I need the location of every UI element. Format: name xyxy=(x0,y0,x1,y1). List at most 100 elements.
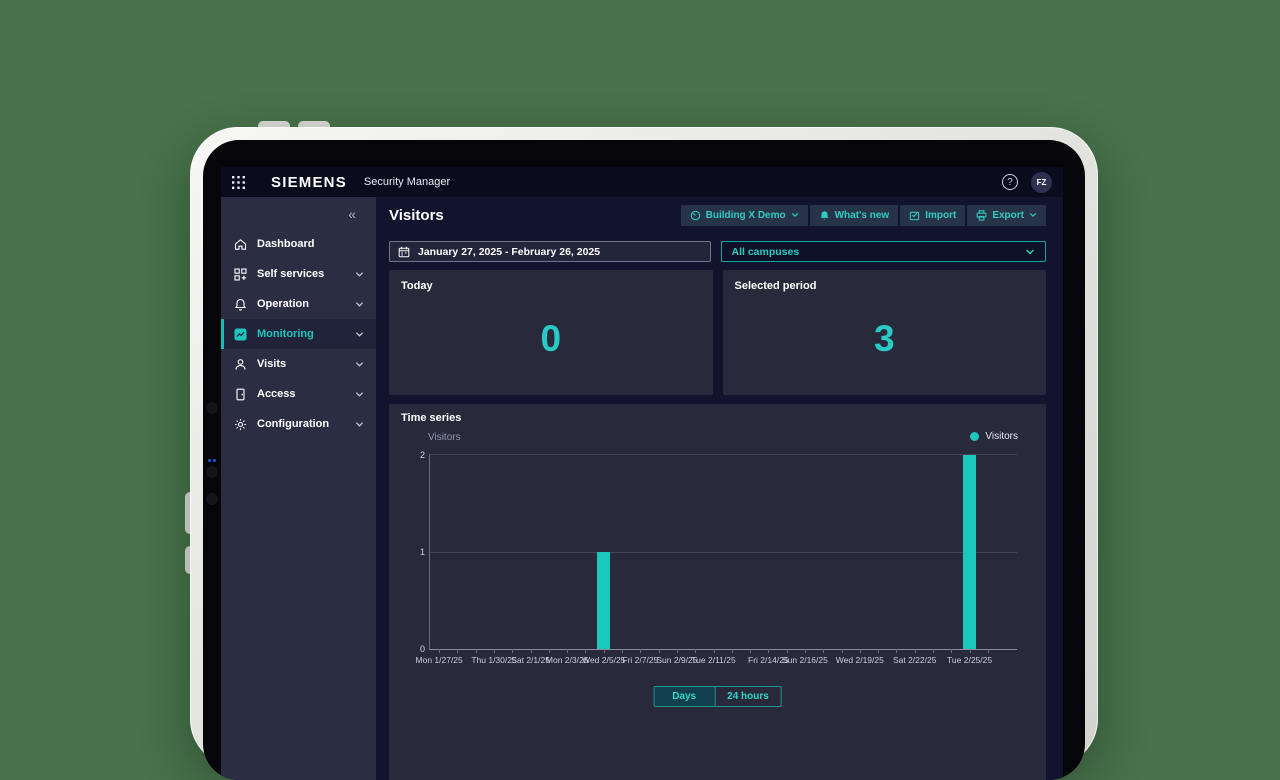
y-tick-label: 2 xyxy=(420,450,425,460)
x-tick-mark xyxy=(494,649,495,653)
sidebar-collapse-icon[interactable]: « xyxy=(221,203,376,229)
sidebar-item-operation[interactable]: Operation xyxy=(221,289,376,319)
x-tick-mark xyxy=(695,649,696,653)
sensor-dot-1 xyxy=(208,459,211,462)
stat-card-today: Today 0 xyxy=(389,270,713,395)
x-tick-mark xyxy=(732,649,733,653)
x-tick-mark xyxy=(878,649,879,653)
x-tick-mark xyxy=(842,649,843,653)
x-tick-mark xyxy=(567,649,568,653)
x-tick-mark xyxy=(860,649,861,653)
x-tick-mark xyxy=(549,649,550,653)
gridline xyxy=(430,552,1017,553)
sidebar-item-visits[interactable]: Visits xyxy=(221,349,376,379)
bell-icon xyxy=(234,298,247,311)
x-tick-mark xyxy=(604,649,605,653)
toggle-days-button[interactable]: Days xyxy=(654,687,714,706)
printer-icon xyxy=(976,210,987,221)
building-selector-button[interactable]: Building X Demo xyxy=(681,205,808,226)
campus-select[interactable]: All campuses xyxy=(721,241,1047,262)
toolbar: Building X Demo What' xyxy=(681,205,1046,226)
time-series-card: Time series Visitors Visitors 012Mon 1/2… xyxy=(389,404,1046,780)
sidebar-item-self-services[interactable]: Self services xyxy=(221,259,376,289)
x-tick-mark xyxy=(933,649,934,653)
chevron-down-icon xyxy=(355,390,364,399)
x-tick-mark xyxy=(512,649,513,653)
help-icon[interactable]: ? xyxy=(1002,174,1018,190)
front-camera-1 xyxy=(206,402,218,414)
chevron-down-icon xyxy=(355,330,364,339)
avatar[interactable]: FZ xyxy=(1031,172,1052,193)
building-x-icon xyxy=(690,210,701,221)
x-tick-mark xyxy=(439,649,440,653)
chevron-down-icon xyxy=(355,420,364,429)
y-tick-label: 0 xyxy=(420,644,425,654)
date-range-picker[interactable]: January 27, 2025 - February 26, 2025 xyxy=(389,241,711,262)
chevron-down-icon xyxy=(355,300,364,309)
x-tick-mark xyxy=(988,649,989,653)
sidebar-item-monitoring[interactable]: Monitoring xyxy=(221,319,376,349)
x-tick-mark xyxy=(622,649,623,653)
x-tick-mark xyxy=(714,649,715,653)
x-tick-mark xyxy=(659,649,660,653)
calendar-icon xyxy=(398,246,410,258)
stat-title: Today xyxy=(401,280,433,292)
chart-icon xyxy=(234,328,247,341)
x-tick-label: Fri 2/7/25 xyxy=(622,655,658,665)
x-tick-mark xyxy=(805,649,806,653)
gear-icon xyxy=(234,418,247,431)
chevron-down-icon xyxy=(355,270,364,279)
top-bar: SIEMENS Security Manager ? FZ xyxy=(221,167,1063,197)
x-tick-mark xyxy=(823,649,824,653)
date-range-value: January 27, 2025 - February 26, 2025 xyxy=(418,246,600,258)
x-tick-mark xyxy=(640,649,641,653)
x-tick-mark xyxy=(970,649,971,653)
chart-bar xyxy=(963,455,976,649)
chevron-down-icon xyxy=(355,360,364,369)
x-tick-label: Sat 2/1/25 xyxy=(511,655,550,665)
x-tick-mark xyxy=(531,649,532,653)
x-tick-label: Mon 1/27/25 xyxy=(416,655,463,665)
chart-legend: Visitors xyxy=(970,431,1018,442)
self-services-icon xyxy=(234,268,247,281)
person-icon xyxy=(234,358,247,371)
export-button[interactable]: Export xyxy=(967,205,1046,226)
chevron-down-icon xyxy=(791,211,799,219)
app-title: Security Manager xyxy=(364,176,450,188)
main-content: Visitors Building X Demo xyxy=(376,197,1063,780)
stat-value: 3 xyxy=(723,318,1047,360)
campus-select-value: All campuses xyxy=(732,246,800,258)
x-tick-mark xyxy=(896,649,897,653)
stat-title: Selected period xyxy=(735,280,817,292)
chart-bar xyxy=(597,552,610,649)
x-tick-mark xyxy=(787,649,788,653)
x-tick-label: Sat 2/22/25 xyxy=(893,655,936,665)
chart-plot: 012Mon 1/27/25Thu 1/30/25Sat 2/1/25Mon 2… xyxy=(429,454,1017,650)
import-icon xyxy=(909,210,920,221)
sidebar-item-configuration[interactable]: Configuration xyxy=(221,409,376,439)
x-tick-mark xyxy=(768,649,769,653)
chevron-down-icon xyxy=(1025,247,1035,257)
front-camera-2 xyxy=(206,466,218,478)
app-launcher-icon[interactable] xyxy=(232,176,245,189)
chevron-down-icon xyxy=(1029,211,1037,219)
x-tick-mark xyxy=(476,649,477,653)
x-tick-mark xyxy=(915,649,916,653)
whats-new-button[interactable]: What's new xyxy=(810,205,899,226)
bell-icon xyxy=(819,210,830,221)
import-button[interactable]: Import xyxy=(900,205,965,226)
x-tick-label: Tue 2/25/25 xyxy=(947,655,992,665)
x-tick-label: Thu 1/30/25 xyxy=(471,655,516,665)
x-tick-mark xyxy=(750,649,751,653)
chart-title: Time series xyxy=(401,412,461,424)
x-tick-label: Wed 2/19/25 xyxy=(836,655,884,665)
sidebar-item-access[interactable]: Access xyxy=(221,379,376,409)
x-tick-mark xyxy=(677,649,678,653)
sidebar-item-dashboard[interactable]: Dashboard xyxy=(221,229,376,259)
security-manager-app: SIEMENS Security Manager ? FZ « Dashboar xyxy=(221,167,1063,780)
stat-card-selected-period: Selected period 3 xyxy=(723,270,1047,395)
stat-value: 0 xyxy=(389,318,713,360)
sidebar: « Dashboard xyxy=(221,197,376,780)
toggle-24hours-button[interactable]: 24 hours xyxy=(714,687,781,706)
x-tick-label: Tue 2/11/25 xyxy=(691,655,735,665)
